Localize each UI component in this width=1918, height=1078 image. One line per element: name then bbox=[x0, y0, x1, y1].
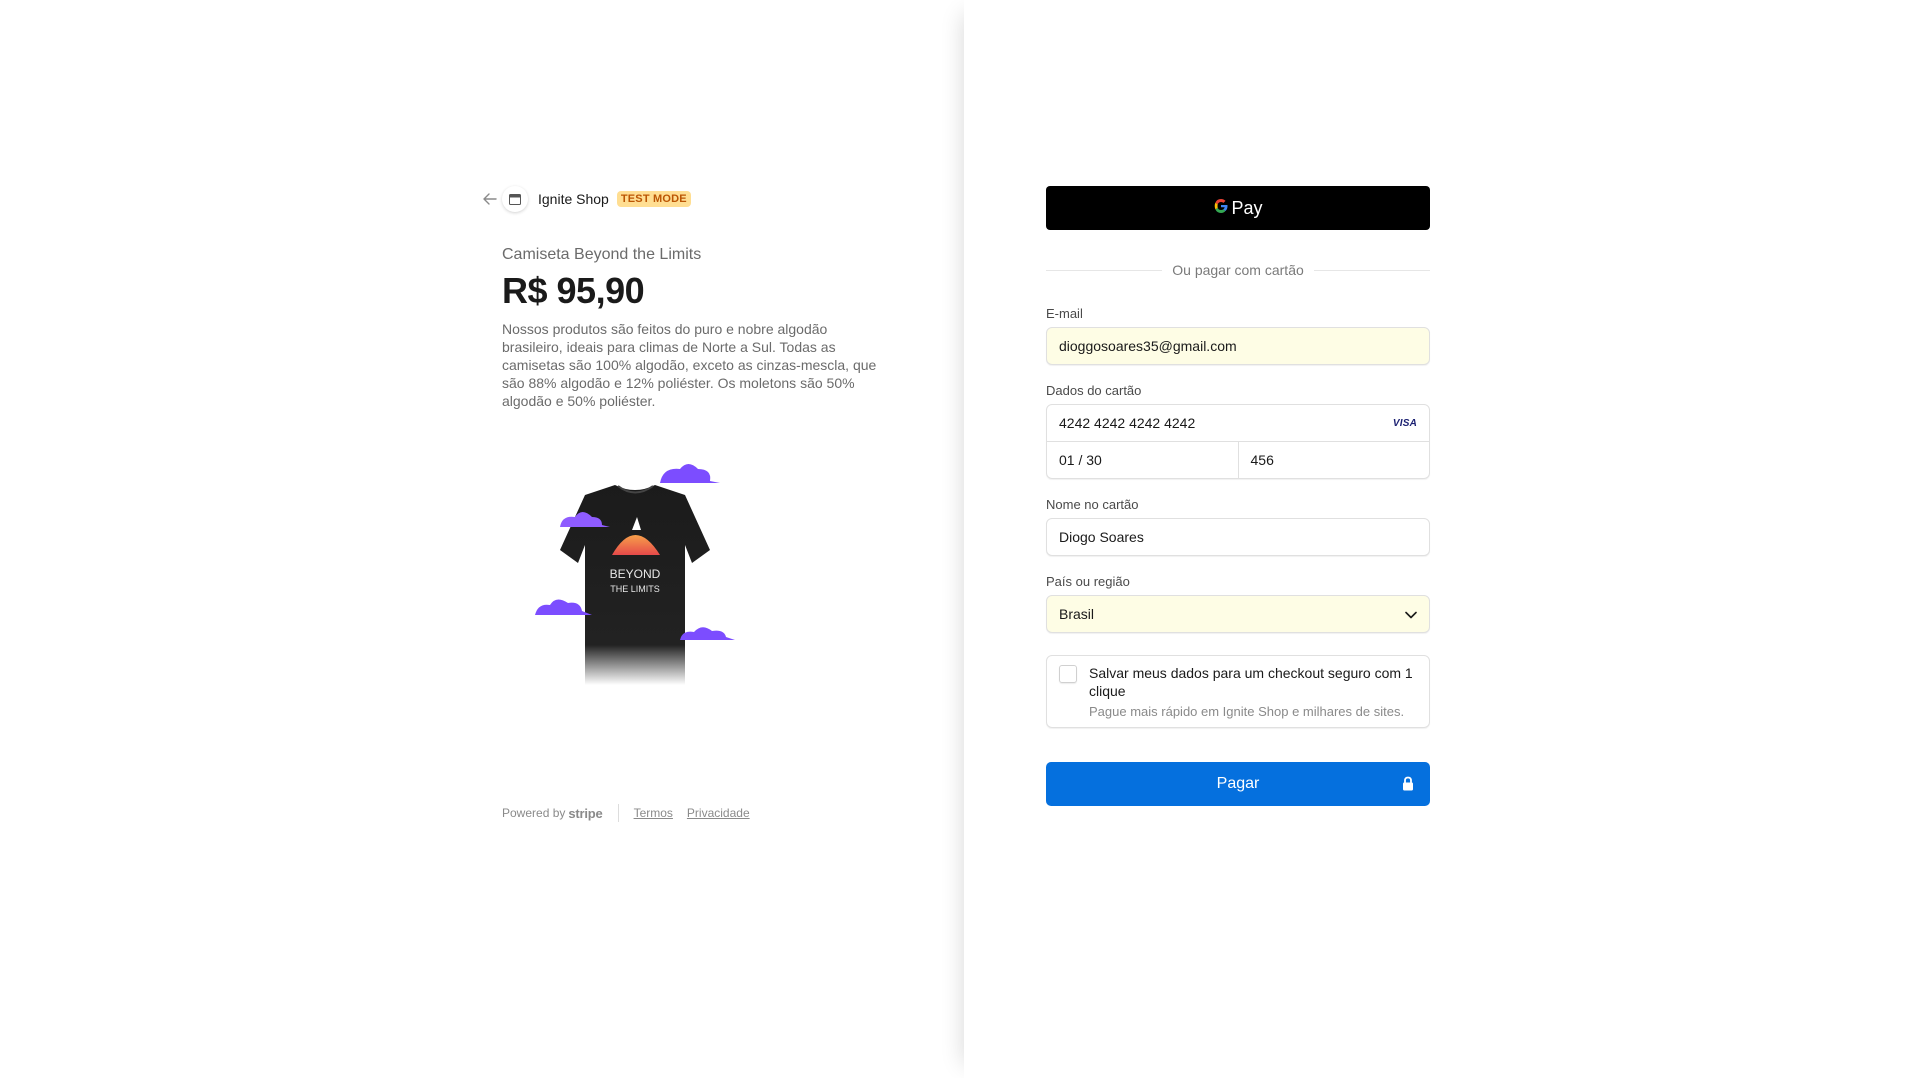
google-pay-label: Pay bbox=[1231, 197, 1263, 218]
store-icon bbox=[502, 186, 528, 212]
save-info-checkbox[interactable] bbox=[1059, 665, 1077, 683]
product-price: R$ 95,90 bbox=[502, 270, 645, 311]
name-on-card-field[interactable]: Diogo Soares bbox=[1046, 518, 1430, 556]
name-on-card-value: Diogo Soares bbox=[1059, 529, 1144, 545]
stripe-logo: stripe bbox=[568, 805, 603, 821]
email-field[interactable]: dioggosoares35@gmail.com bbox=[1046, 327, 1430, 365]
powered-by-stripe[interactable]: Powered by stripe bbox=[502, 806, 603, 821]
save-info-box: Salvar meus dados para um checkout segur… bbox=[1046, 655, 1430, 728]
privacy-link[interactable]: Privacidade bbox=[687, 806, 750, 820]
shirt-print-text-2: THE LIMITS bbox=[610, 584, 660, 594]
country-label: País ou região bbox=[1046, 574, 1130, 589]
visa-icon: VISA bbox=[1392, 417, 1417, 429]
card-number-field[interactable]: 4242 4242 4242 4242 VISA bbox=[1047, 405, 1429, 442]
chevron-down-icon bbox=[1405, 606, 1417, 622]
card-section: Dados do cartão 4242 4242 4242 4242 VISA… bbox=[1046, 383, 1430, 479]
email-label: E-mail bbox=[1046, 306, 1083, 321]
lock-icon bbox=[1402, 776, 1414, 796]
pay-button-label: Pagar bbox=[1216, 775, 1260, 792]
email-value: dioggosoares35@gmail.com bbox=[1059, 338, 1237, 354]
footer-divider bbox=[617, 804, 619, 822]
country-section: País ou região Brasil bbox=[1046, 574, 1430, 633]
or-pay-with-card-divider: Ou pagar com cartão bbox=[1046, 262, 1431, 278]
name-section: Nome no cartão Diogo Soares bbox=[1046, 497, 1430, 556]
test-mode-badge: TEST MODE bbox=[616, 191, 691, 207]
google-g-icon bbox=[1213, 198, 1229, 219]
card-details-group: 4242 4242 4242 4242 VISA 01 / 30 456 bbox=[1046, 404, 1430, 479]
back-arrow-icon[interactable] bbox=[480, 189, 500, 209]
email-section: E-mail dioggosoares35@gmail.com bbox=[1046, 306, 1430, 365]
merchant-header: Ignite Shop TEST MODE bbox=[480, 186, 691, 212]
save-info-text: Salvar meus dados para um checkout segur… bbox=[1089, 664, 1417, 719]
card-expiry-field[interactable]: 01 / 30 bbox=[1047, 442, 1238, 478]
card-expiry-value: 01 / 30 bbox=[1059, 452, 1102, 468]
divider-line-right bbox=[1313, 269, 1431, 271]
shop-name: Ignite Shop bbox=[538, 191, 609, 207]
left-pane: Ignite Shop TEST MODE Camiseta Beyond th… bbox=[0, 0, 964, 1078]
pay-button[interactable]: Pagar bbox=[1046, 762, 1430, 806]
card-number-value: 4242 4242 4242 4242 bbox=[1059, 415, 1196, 431]
terms-link[interactable]: Termos bbox=[634, 806, 673, 820]
card-expiry-cvc-row: 01 / 30 456 bbox=[1047, 442, 1429, 478]
card-cvc-value: 456 bbox=[1250, 452, 1274, 468]
save-info-subtitle: Pague mais rápido em Ignite Shop e milha… bbox=[1089, 704, 1405, 719]
shirt-print-text: BEYOND bbox=[610, 567, 661, 581]
divider-text: Ou pagar com cartão bbox=[1172, 262, 1304, 278]
google-pay-button[interactable]: Pay bbox=[1046, 186, 1430, 230]
product-image: BEYOND THE LIMITS bbox=[520, 455, 790, 695]
footer: Powered by stripe Termos Privacidade bbox=[502, 804, 764, 822]
right-pane: Pay Ou pagar com cartão E-mail dioggosoa… bbox=[964, 0, 1918, 1078]
card-details-label: Dados do cartão bbox=[1046, 383, 1142, 398]
save-info-title: Salvar meus dados para um checkout segur… bbox=[1089, 665, 1413, 699]
product-description: Nossos produtos são feitos do puro e nob… bbox=[502, 321, 877, 409]
payment-form: Pay Ou pagar com cartão E-mail dioggosoa… bbox=[1046, 186, 1431, 806]
card-cvc-field[interactable]: 456 bbox=[1237, 442, 1430, 478]
country-value: Brasil bbox=[1059, 606, 1095, 622]
country-select[interactable]: Brasil bbox=[1046, 595, 1430, 633]
divider-line-left bbox=[1046, 269, 1163, 271]
powered-by-label: Powered by bbox=[502, 806, 566, 820]
product-name: Camiseta Beyond the Limits bbox=[502, 246, 702, 263]
name-on-card-label: Nome no cartão bbox=[1046, 497, 1139, 512]
